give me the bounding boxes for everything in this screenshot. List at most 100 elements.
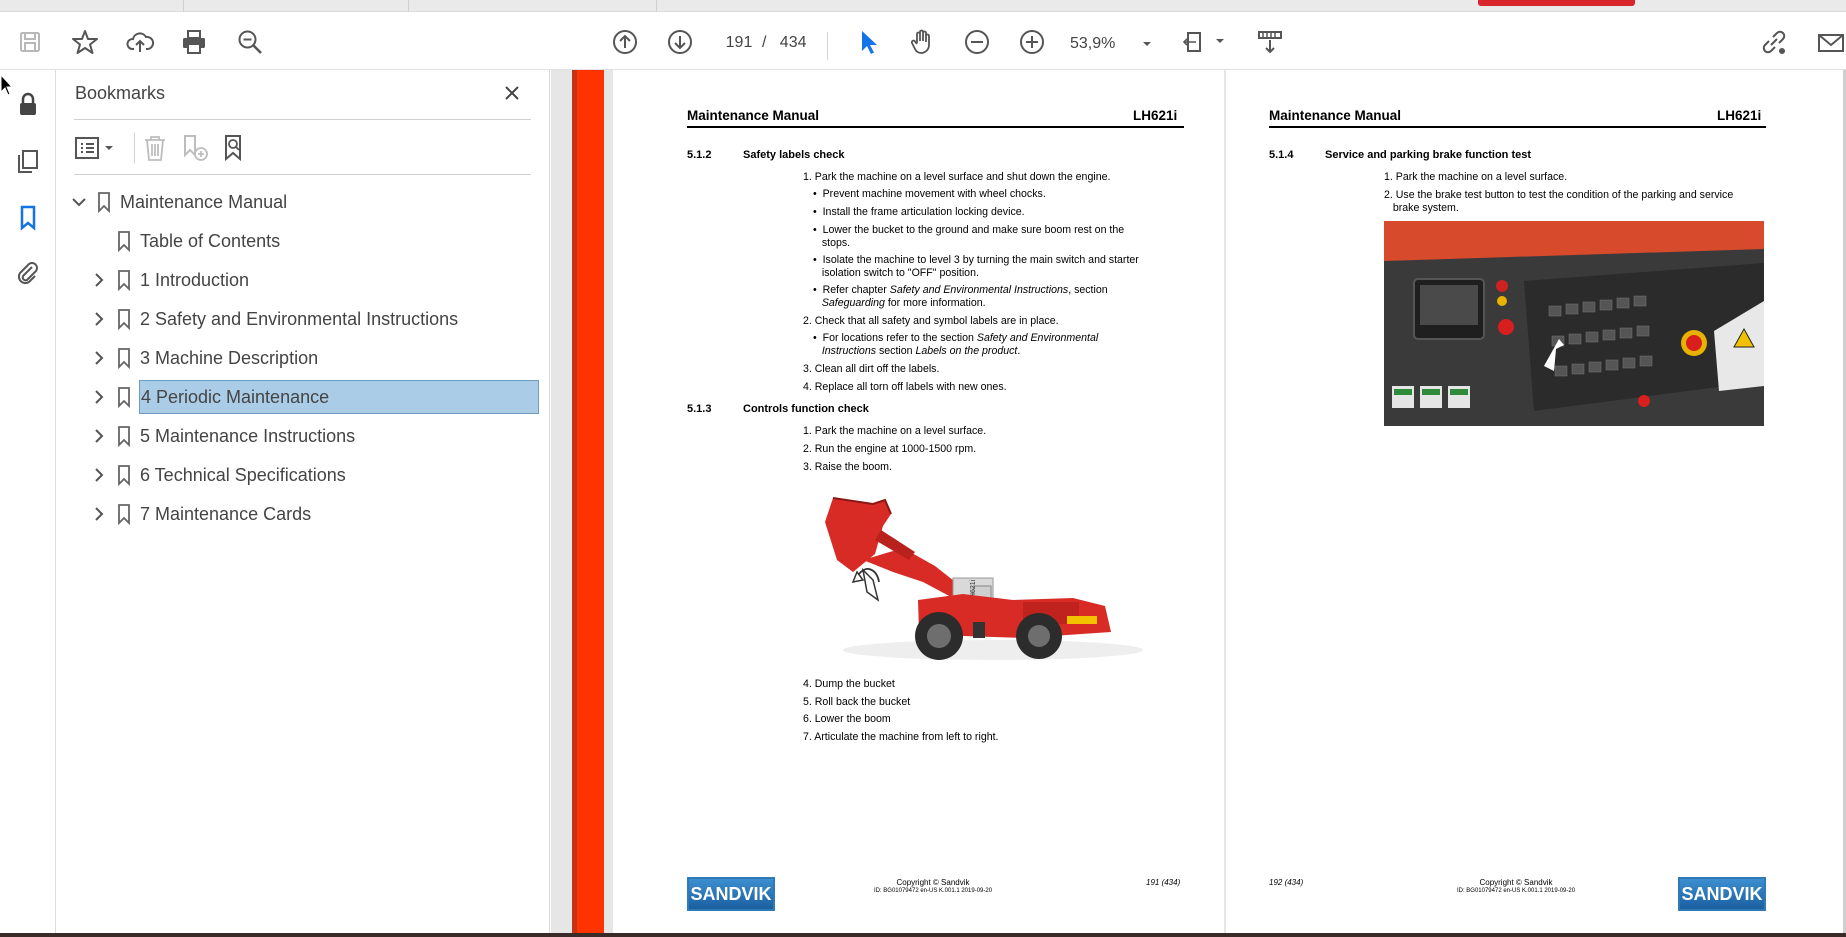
bookmark-flag-icon — [118, 465, 130, 486]
taskbar-edge — [0, 933, 1846, 937]
chevron-right-icon[interactable] — [90, 427, 108, 445]
delete-bookmark-button[interactable] — [138, 128, 172, 168]
cursor-arrow-icon — [862, 31, 877, 54]
zoom-out-button[interactable] — [959, 24, 995, 60]
search-zoom-icon — [238, 30, 262, 54]
zoom-level-dropdown[interactable]: 53,9% — [1070, 32, 1152, 56]
step-text: 3. Clean all dirt off the labels. — [803, 363, 940, 375]
copyright-text: Copyright © Sandvik — [896, 878, 970, 887]
page-header-title: Maintenance Manual — [1269, 108, 1402, 123]
navigation-pane-rail — [0, 70, 56, 937]
chevron-down-icon[interactable] — [70, 193, 88, 211]
next-page-button[interactable] — [662, 24, 698, 60]
bullet-text: • Prevent machine movement with wheel ch… — [813, 188, 1046, 200]
new-bookmark-button[interactable] — [178, 128, 212, 168]
window-tab-strip — [0, 0, 1846, 12]
red-tab-indicator[interactable] — [1478, 0, 1635, 6]
share-link-button[interactable] — [1756, 24, 1792, 60]
lock-icon — [20, 92, 36, 115]
bullet-text: • Lower the bucket to the ground and mak… — [813, 224, 1125, 249]
chevron-right-icon[interactable] — [90, 271, 108, 289]
bookmark-label: 4 Periodic Maintenance — [139, 380, 539, 414]
bookmarks-panel: Bookmarks Maintenance Manual Table of Con… — [56, 70, 550, 937]
bookmark-item[interactable]: Maintenance Manual — [56, 185, 550, 219]
document-id: ID: BG01079472 en-US K.001.1 2019-09-20 — [873, 888, 993, 894]
chevron-right-icon[interactable] — [90, 310, 108, 328]
print-button[interactable] — [176, 24, 212, 60]
security-button[interactable] — [10, 87, 46, 123]
upload-button[interactable] — [122, 24, 158, 60]
bookmark-flag-icon — [118, 426, 130, 447]
chevron-right-icon[interactable] — [90, 505, 108, 523]
chevron-right-icon[interactable] — [90, 466, 108, 484]
page-thumbnails-button[interactable] — [10, 143, 46, 179]
print-icon — [183, 30, 205, 54]
bullet-content: For locations refer to the section — [822, 332, 977, 344]
zoom-value: 53,9% — [1070, 35, 1116, 52]
chevron-down-icon — [1143, 42, 1151, 46]
close-panel-button[interactable] — [499, 80, 525, 106]
chevron-right-icon[interactable] — [90, 388, 108, 406]
bookmark-item[interactable]: 3 Machine Description — [56, 341, 550, 375]
chevron-right-icon[interactable] — [90, 349, 108, 367]
bullet-text: • For locations refer to the section Saf… — [813, 332, 1099, 357]
step-text: 4. Dump the bucket — [803, 678, 895, 690]
bookmark-item[interactable]: 1 Introduction — [56, 263, 550, 297]
bookmark-star-button[interactable] — [67, 24, 103, 60]
bookmark-options-dropdown[interactable] — [74, 128, 118, 168]
main-toolbar: / 434 53,9% — [0, 12, 1846, 70]
section-number: 5.1.3 — [687, 403, 712, 415]
page-header-title: Maintenance Manual — [687, 108, 820, 123]
bullet-content: , section — [1068, 284, 1108, 296]
bookmark-item[interactable]: 2 Safety and Environmental Instructions — [56, 302, 550, 336]
bookmark-item[interactable]: 6 Technical Specifications — [56, 458, 550, 492]
step-text: 4. Replace all torn off labels with new … — [803, 381, 1007, 393]
scroll-mode-button[interactable] — [1252, 24, 1288, 60]
arrow-up-circle-icon — [613, 30, 637, 54]
attachments-button[interactable] — [10, 255, 46, 291]
bookmark-flag-icon — [118, 270, 130, 291]
bullet-content: section — [876, 344, 916, 357]
mouse-cursor-icon — [0, 74, 14, 96]
section-number: 5.1.4 — [1269, 149, 1294, 161]
pages-icon — [18, 150, 38, 173]
bullet-content: for more information. — [884, 296, 986, 309]
hand-tool-button[interactable] — [904, 24, 940, 60]
save-button[interactable] — [12, 24, 48, 60]
step-text: 1. Park the machine on a level surface a… — [803, 171, 1111, 183]
bullet-content: Lower the bucket to the ground and make … — [822, 224, 1125, 236]
pdf-page-192[interactable]: Maintenance Manual LH621i 5.1.4 Service … — [1226, 70, 1843, 933]
page-fit-button[interactable] — [1181, 24, 1227, 60]
cab-control-panel-photo — [1384, 221, 1764, 426]
bookmark-item[interactable]: 7 Maintenance Cards — [56, 497, 550, 531]
zoom-in-button[interactable] — [1014, 24, 1050, 60]
expand-bookmark-button[interactable] — [219, 128, 253, 168]
page-number-input[interactable] — [718, 29, 760, 57]
reference-italic: Safeguarding — [821, 296, 885, 309]
page-count: / 434 — [762, 34, 807, 52]
page-header-model: LH621i — [1717, 108, 1762, 123]
email-button[interactable] — [1812, 24, 1846, 60]
select-tool-button[interactable] — [850, 24, 886, 60]
pdf-page-191[interactable]: Maintenance Manual LH621i 5.1.2 Safety l… — [613, 70, 1224, 933]
bookmark-item[interactable]: Table of Contents — [56, 224, 550, 258]
bookmark-flag-icon — [118, 231, 130, 252]
bookmark-flag-icon — [98, 192, 110, 213]
previous-page-button[interactable] — [607, 24, 643, 60]
bullet-text: • Install the frame articulation locking… — [813, 206, 1025, 218]
bookmark-item[interactable]: 4 Periodic Maintenance — [56, 380, 550, 414]
page-separator: / — [762, 34, 767, 51]
minus-circle-icon — [965, 30, 989, 54]
sandvik-logo: SANDVIK — [1678, 877, 1766, 911]
bookmarks-panel-button[interactable] — [10, 199, 46, 235]
step-content: brake system. — [1392, 201, 1459, 214]
bookmark-item[interactable]: 5 Maintenance Instructions — [56, 419, 550, 453]
sandvik-logo: SANDVIK — [687, 877, 775, 911]
bookmark-flag-icon — [118, 504, 130, 525]
bookmark-flag-icon — [118, 348, 130, 369]
star-icon — [72, 30, 98, 54]
close-icon — [505, 86, 519, 100]
arrow-down-circle-icon — [668, 30, 692, 54]
search-button[interactable] — [232, 24, 268, 60]
bookmark-label: 1 Introduction — [140, 270, 250, 290]
